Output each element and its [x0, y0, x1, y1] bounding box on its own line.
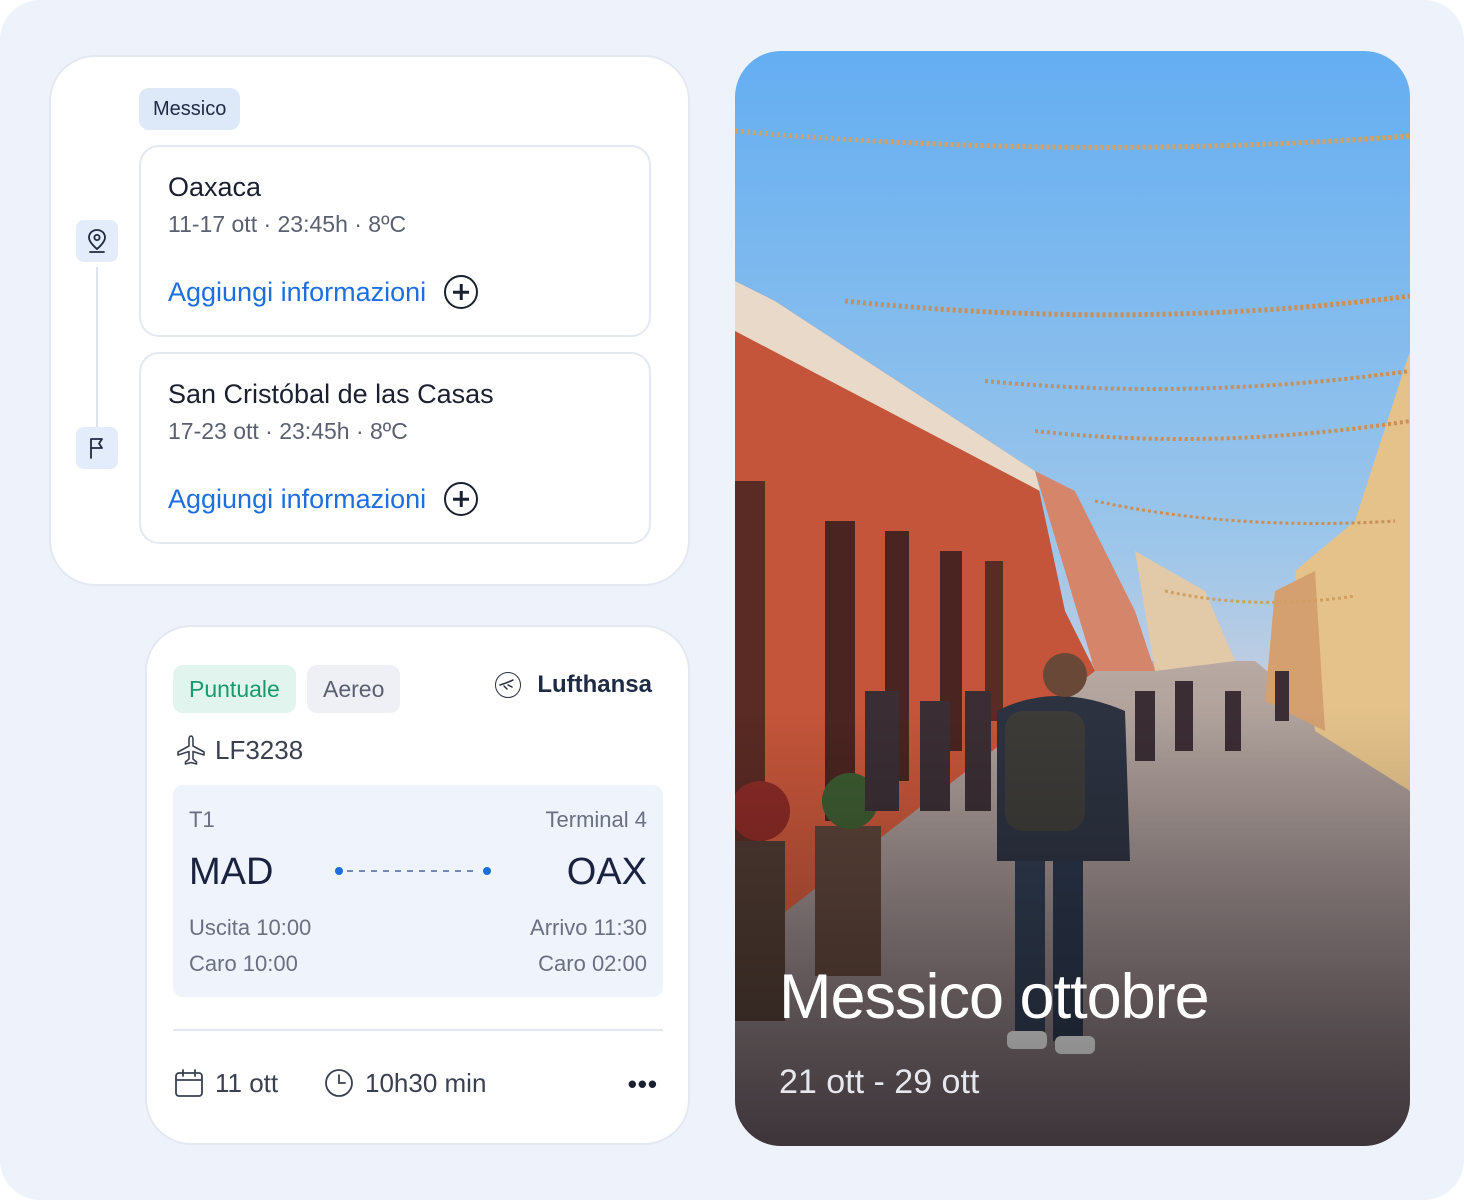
flight-number-label: LF3238: [215, 734, 304, 765]
departure-time: Uscita 10:00: [189, 915, 312, 940]
airline-logo-icon: [495, 672, 522, 698]
flag-icon: [76, 427, 118, 469]
add-info-label[interactable]: Aggiungi informazioni: [168, 277, 426, 308]
itinerary-card: Messico Oaxaca 11-17 ott · 23:45h · 8ºC …: [49, 55, 690, 586]
add-info-button[interactable]: Aggiungi informazioni: [168, 482, 479, 516]
plus-circle-icon[interactable]: [444, 275, 479, 309]
stop-meta: 11-17 ott · 23:45h · 8ºC: [168, 211, 407, 237]
calendar-icon: [175, 1069, 203, 1097]
location-pin-icon: [76, 220, 118, 262]
divider: [173, 1029, 663, 1031]
stop-name: San Cristóbal de las Casas: [168, 379, 494, 409]
transport-type-badge: Aereo: [307, 665, 401, 713]
flight-duration-label: 10h30 min: [365, 1067, 487, 1098]
country-chip[interactable]: Messico: [139, 88, 241, 130]
flight-card[interactable]: Puntuale Aereo Lufthansa LF3238 T1 Termi…: [145, 625, 690, 1145]
plus-circle-icon[interactable]: [444, 482, 479, 516]
stop-card[interactable]: San Cristóbal de las Casas 17-23 ott · 2…: [139, 352, 651, 544]
origin-code: MAD: [189, 851, 274, 893]
destination-terminal: Terminal 4: [545, 807, 647, 832]
airline-name: Lufthansa: [537, 671, 652, 698]
destination-price-label: Caro 02:00: [538, 951, 647, 976]
status-badge: Puntuale: [173, 665, 296, 713]
more-icon[interactable]: •••: [628, 1069, 658, 1100]
plane-icon: [177, 735, 205, 765]
trip-title: Messico ottobre: [779, 962, 1210, 1032]
flight-number: LF3238: [175, 733, 303, 767]
destination-code: OAX: [566, 851, 647, 893]
clock-icon: [325, 1069, 353, 1097]
timeline-rail: [96, 267, 98, 427]
airline: Lufthansa: [495, 671, 652, 699]
trip-cover-card[interactable]: Messico ottobre 21 ott - 29 ott: [735, 51, 1410, 1146]
origin-terminal: T1: [189, 807, 215, 832]
route-line: [335, 867, 491, 875]
flight-date: 11 ott: [173, 1067, 278, 1099]
route-panel: T1 Terminal 4 MAD OAX Uscita 10:00 Arriv…: [173, 785, 663, 997]
add-info-label[interactable]: Aggiungi informazioni: [168, 484, 426, 515]
stop-card[interactable]: Oaxaca 11-17 ott · 23:45h · 8ºC Aggiungi…: [139, 145, 651, 337]
app-canvas: Messico Oaxaca 11-17 ott · 23:45h · 8ºC …: [0, 0, 1464, 1200]
stop-name: Oaxaca: [168, 172, 262, 202]
trip-dates: 21 ott - 29 ott: [779, 1063, 980, 1101]
arrival-time: Arrivo 11:30: [530, 915, 647, 940]
flight-duration: 10h30 min: [323, 1067, 486, 1099]
origin-price-label: Caro 10:00: [189, 951, 298, 976]
stop-meta: 17-23 ott · 23:45h · 8ºC: [168, 418, 408, 444]
flight-date-label: 11 ott: [215, 1067, 279, 1098]
add-info-button[interactable]: Aggiungi informazioni: [168, 275, 479, 309]
